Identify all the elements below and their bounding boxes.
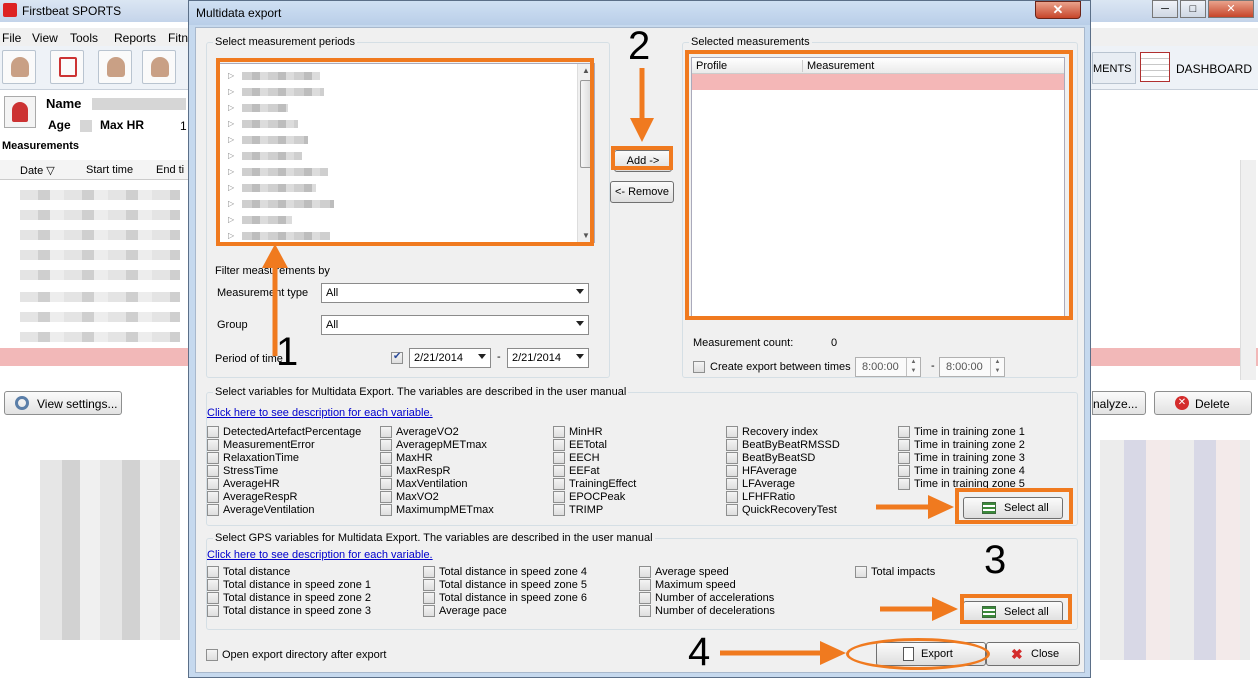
arrow-3b [880, 597, 958, 621]
annotation-step-1: 1 [276, 330, 299, 374]
arrow-2 [630, 68, 654, 142]
arrow-3a [876, 495, 954, 519]
annotation-step-4: 4 [688, 630, 711, 674]
annotation-step-2: 2 [628, 24, 651, 68]
arrow-4 [720, 641, 846, 665]
annotation-arrows [262, 68, 958, 665]
annotation-step-3: 3 [984, 538, 1007, 582]
